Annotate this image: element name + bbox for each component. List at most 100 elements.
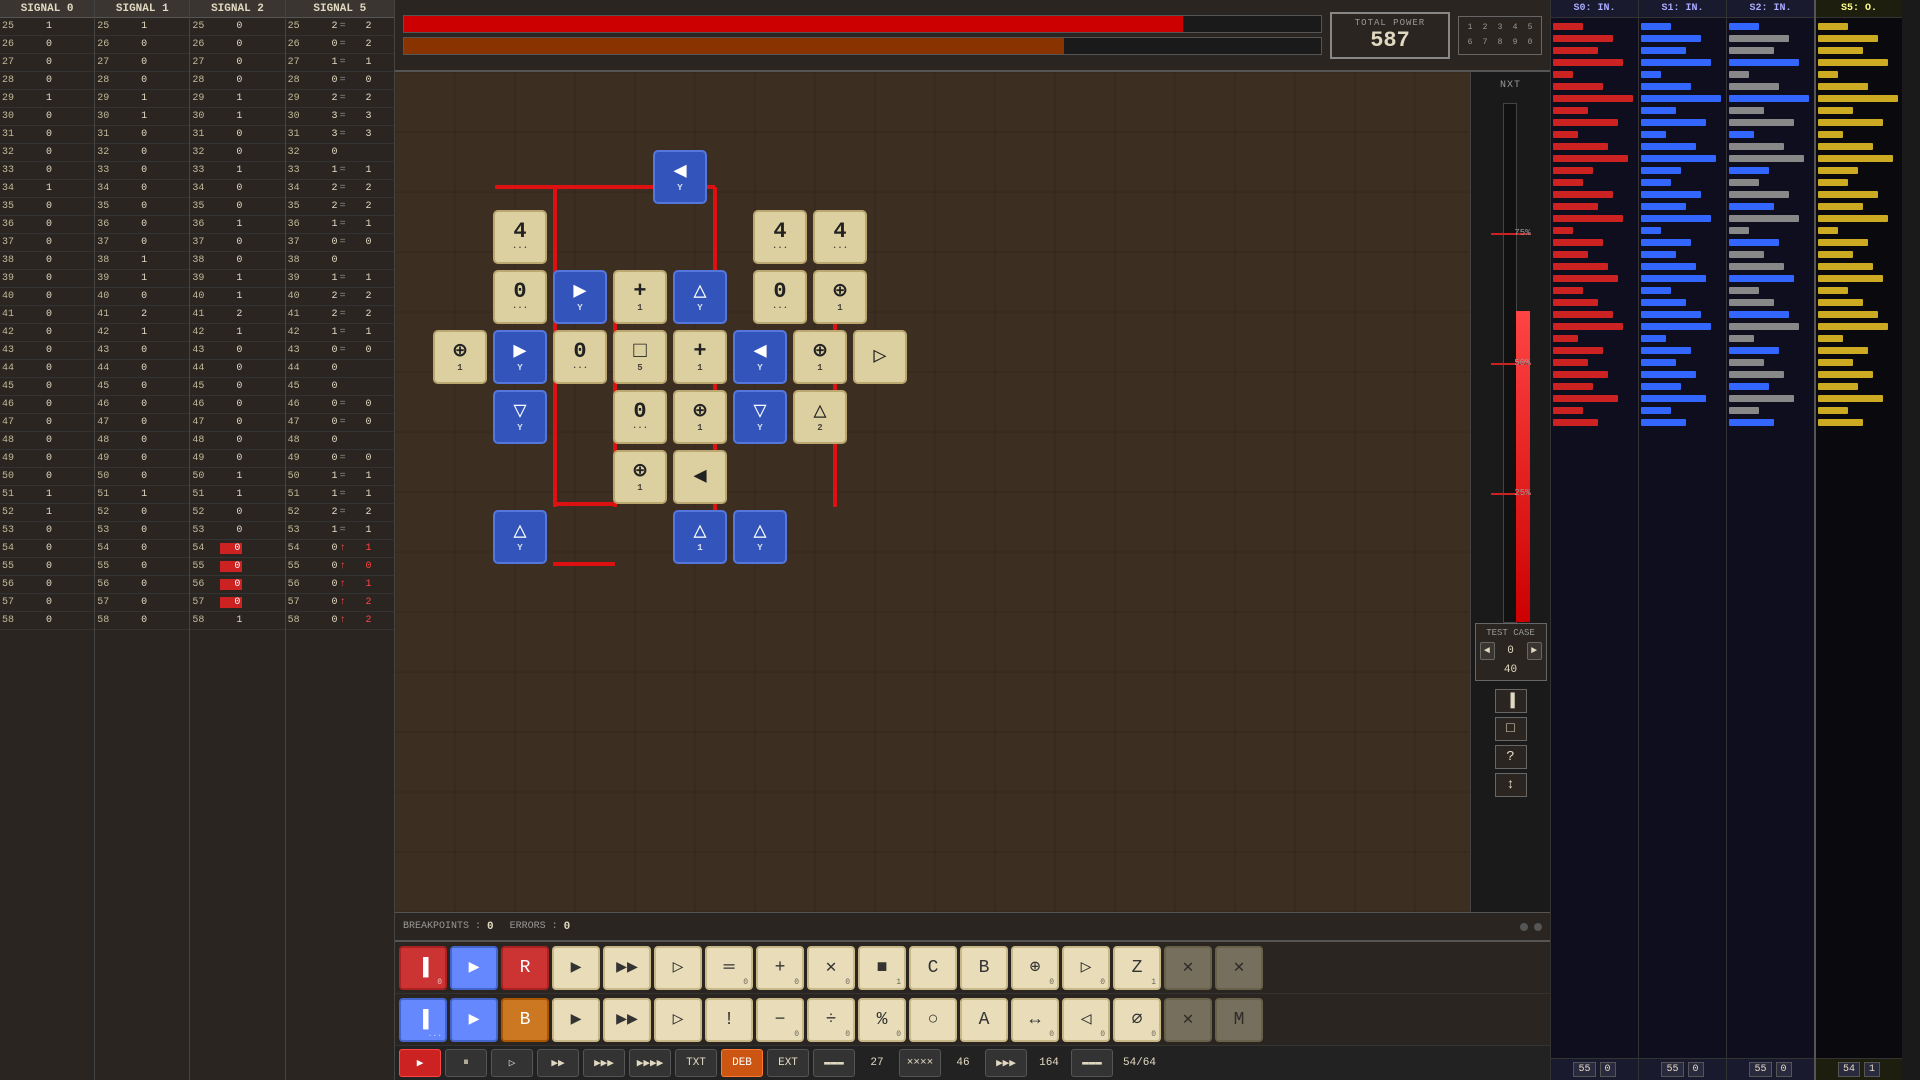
node-arrow-up-bot[interactable]: △ Y [493,510,547,564]
toolbar-btn-12[interactable]: ↔0 [1011,998,1059,1042]
toolbar-btn-13[interactable]: ◁0 [1062,998,1110,1042]
panel-btn-4[interactable]: ↕ [1495,773,1527,797]
panel-btn-3[interactable]: ? [1495,745,1527,769]
bottom-toolbar-btn-13[interactable]: ▶▶▶ [985,1049,1027,1077]
output-bar [1641,143,1696,150]
node-0-mid[interactable]: 0 ··· [553,330,607,384]
toolbar-btn-10[interactable]: ○ [909,998,957,1042]
node-left-edge[interactable]: ⊕ 1 [433,330,487,384]
toolbar-btn-0[interactable]: ▐... [399,998,447,1042]
bottom-toolbar-btn-15[interactable]: ▬▬▬ [1071,1049,1113,1077]
toolbar-btn-2[interactable]: B [501,998,549,1042]
toolbar-btn-6[interactable]: ! [705,998,753,1042]
node-arrow-up-bot2[interactable]: △ 1 [673,510,727,564]
node-arrow-up-bot3[interactable]: △ Y [733,510,787,564]
bottom-toolbar-btn-0[interactable]: ▶ [399,1049,441,1077]
toolbar-btn-10[interactable]: C [909,946,957,990]
toolbar-btn-5[interactable]: ▷ [654,998,702,1042]
node-4-right1[interactable]: 4 ··· [753,210,807,264]
output-bar-row [1641,129,1724,139]
node-plus-right[interactable]: + 1 [673,330,727,384]
toolbar-btn-11[interactable]: B [960,946,1008,990]
toolbar-btn-16[interactable]: M [1215,998,1263,1042]
bottom-toolbar-btn-12[interactable]: 46 [945,1057,981,1069]
toolbar-btn-12[interactable]: ⊕0 [1011,946,1059,990]
circuit-grid[interactable]: ◀ Y 4 ··· 4 ··· 4 ··· [395,72,1470,912]
test-case-prev-btn[interactable]: ◄ [1480,642,1495,660]
node-square-mid[interactable]: □ 5 [613,330,667,384]
toolbar-btn-4[interactable]: ▶▶ [603,998,651,1042]
toolbar-btn-1[interactable]: ▶ [450,946,498,990]
bottom-toolbar-btn-4[interactable]: ▶▶▶ [583,1049,625,1077]
signal-row: 580 [95,612,189,630]
node-arrow-up-mid[interactable]: △ Y [673,270,727,324]
node-arrow-right-edge[interactable]: ▷ [853,330,907,384]
node-cross-right[interactable]: ⊕ 1 [813,270,867,324]
node-cross-mid[interactable]: ⊕ 1 [793,330,847,384]
node-arrow-down-right[interactable]: ▽ Y [733,390,787,444]
node-arrow-down[interactable]: ▽ Y [493,390,547,444]
node-0-right[interactable]: 0 ··· [753,270,807,324]
bottom-toolbar-btn-2[interactable]: ▷ [491,1049,533,1077]
node-arrow-left-mid[interactable]: ◀ Y [733,330,787,384]
toolbar-btn-9[interactable]: %0 [858,998,906,1042]
toolbar-btn-1[interactable]: ▶ [450,998,498,1042]
node-4-right2[interactable]: 4 ··· [813,210,867,264]
toolbar-btn-6[interactable]: ═0 [705,946,753,990]
node-cross-bot[interactable]: ⊕ 1 [673,390,727,444]
toolbar-btn-15[interactable]: ✕ [1164,998,1212,1042]
output-bar-row [1553,405,1636,415]
signal-row-val2: 2 [354,93,372,104]
toolbar-btn-2[interactable]: R [501,946,549,990]
bottom-toolbar-btn-5[interactable]: ▶▶▶▶ [629,1049,671,1077]
toolbar-btn-8[interactable]: ✕0 [807,946,855,990]
toolbar-btn-4[interactable]: ▶▶ [603,946,651,990]
signal-row-num: 55 [97,561,125,572]
bottom-toolbar-btn-7[interactable]: DEB [721,1049,763,1077]
signal-row-arrow: = [338,309,354,320]
bottom-toolbar-btn-1[interactable]: ⏸ [445,1049,487,1077]
test-case-next-btn[interactable]: ► [1527,642,1542,660]
bottom-toolbar-btn-11[interactable]: ×××× [899,1049,941,1077]
bottom-toolbar-btn-3[interactable]: ▶▶ [537,1049,579,1077]
toolbar-btn-7[interactable]: −0 [756,998,804,1042]
toolbar-btn-14[interactable]: Z1 [1113,946,1161,990]
signal-row-val: 2 [316,93,338,104]
output-bar-row [1553,57,1636,67]
bottom-toolbar-btn-16[interactable]: 54/64 [1117,1057,1162,1069]
panel-btn-1[interactable]: ▐ [1495,689,1527,713]
node-play-left[interactable]: ▶ Y [553,270,607,324]
node-4-left[interactable]: 4 ··· [493,210,547,264]
toolbar-btn-9[interactable]: ■1 [858,946,906,990]
node-0-bot[interactable]: 0 ··· [613,390,667,444]
output-bar [1641,275,1706,282]
toolbar-btn-13[interactable]: ▷0 [1062,946,1110,990]
toolbar-btn-16[interactable]: ✕ [1215,946,1263,990]
node-play-mid[interactable]: ▶ Y [493,330,547,384]
node-0-left[interactable]: 0 ··· [493,270,547,324]
toolbar-btn-0[interactable]: ▐0 [399,946,447,990]
node-cross-bot2[interactable]: ⊕ 1 [613,450,667,504]
node-plus-mid[interactable]: + 1 [613,270,667,324]
toolbar-btn-5[interactable]: ▷ [654,946,702,990]
node-arrow-left-top[interactable]: ◀ Y [653,150,707,204]
signal-row-num: 47 [97,417,125,428]
bottom-toolbar-btn-8[interactable]: EXT [767,1049,809,1077]
signal-row-num: 44 [192,363,220,374]
toolbar-btn-14[interactable]: ∅0 [1113,998,1161,1042]
toolbar-btn-15[interactable]: ✕ [1164,946,1212,990]
node-tri-right[interactable]: △ 2 [793,390,847,444]
bottom-toolbar-btn-9[interactable]: ▬▬▬ [813,1049,855,1077]
signal-row: 361=1 [286,216,394,234]
toolbar-btn-3[interactable]: ▶ [552,946,600,990]
toolbar-btn-11[interactable]: A [960,998,1008,1042]
panel-btn-2[interactable]: □ [1495,717,1527,741]
toolbar-btn-7[interactable]: +0 [756,946,804,990]
bottom-toolbar-btn-6[interactable]: TXT [675,1049,717,1077]
bottom-toolbar-btn-14[interactable]: 164 [1031,1057,1067,1069]
node-arrow-left-bot[interactable]: ◀ [673,450,727,504]
output-s5-footer-val: 54 [1838,1062,1860,1077]
bottom-toolbar-btn-10[interactable]: 27 [859,1057,895,1069]
toolbar-btn-8[interactable]: ÷0 [807,998,855,1042]
toolbar-btn-3[interactable]: ▶ [552,998,600,1042]
